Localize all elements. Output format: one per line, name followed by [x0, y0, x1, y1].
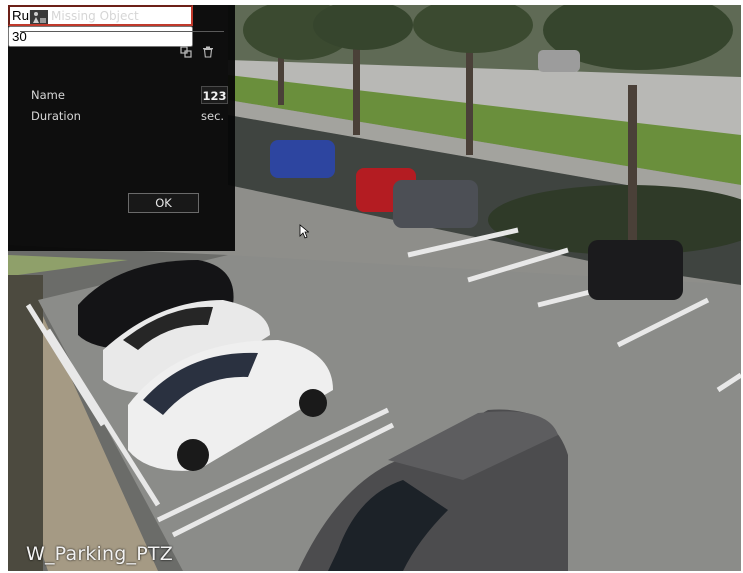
camera-name-label: W_Parking_PTZ — [26, 543, 173, 565]
dialog-header: Missing Object — [8, 5, 235, 29]
missing-object-icon — [30, 10, 48, 24]
missing-object-dialog: Missing Object Name 123 Duration sec. OK — [8, 5, 235, 251]
delete-icon[interactable] — [202, 46, 214, 58]
ok-button[interactable]: OK — [128, 193, 199, 213]
mouse-cursor-icon — [299, 224, 309, 239]
copy-icon[interactable] — [180, 46, 192, 58]
duration-label: Duration — [31, 109, 81, 123]
name-label: Name — [31, 88, 65, 102]
duration-unit: sec. — [201, 109, 225, 123]
keyboard-mode-button[interactable]: 123 — [201, 86, 228, 104]
duration-input[interactable] — [8, 26, 193, 47]
header-divider — [20, 31, 224, 32]
dialog-title: Missing Object — [51, 9, 139, 23]
